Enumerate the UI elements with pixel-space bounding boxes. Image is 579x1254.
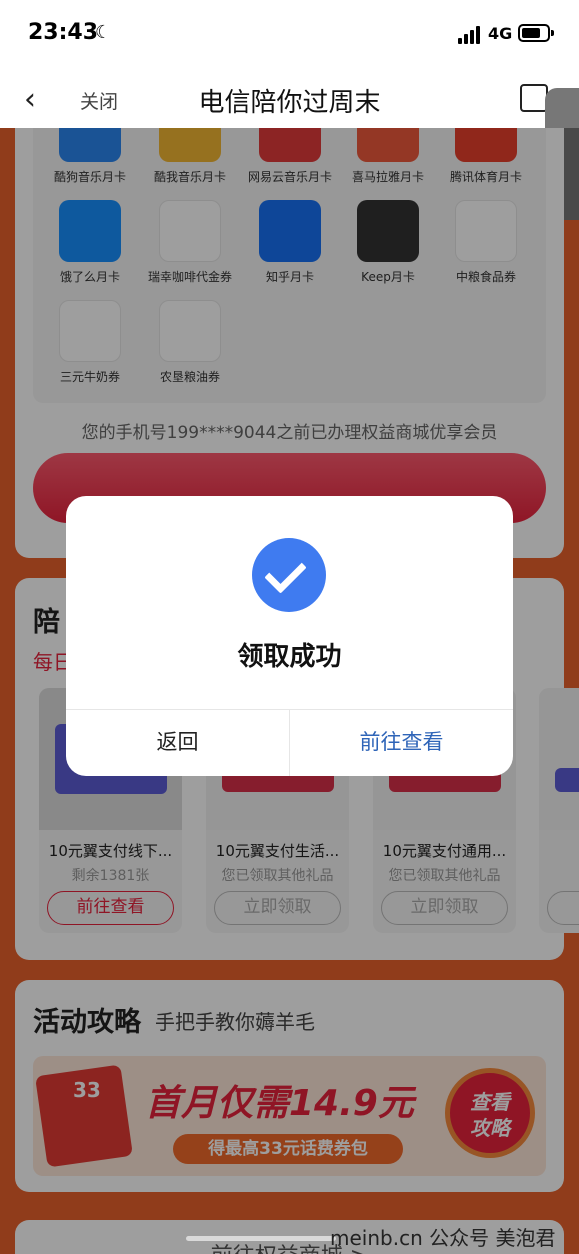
dialog-message: 领取成功 [237, 642, 342, 672]
page-title: 电信陪你过周末 [198, 88, 381, 118]
check-circle-icon [252, 538, 326, 612]
status-bar: 23:43 ☾ 4G [0, 0, 579, 70]
watermark: meinb.cn 公众号 美泡君 [330, 1226, 556, 1250]
navigation-bar: ‹ 关闭 电信陪你过周末 [0, 70, 579, 128]
network-type: 4G [488, 24, 513, 43]
share-icon[interactable] [520, 84, 548, 112]
status-time: 23:43 [28, 20, 99, 45]
back-button[interactable]: 返回 [66, 709, 289, 776]
view-button[interactable]: 前往查看 [290, 709, 513, 776]
home-indicator[interactable] [186, 1236, 336, 1241]
signal-icon [458, 26, 482, 44]
battery-icon [518, 24, 554, 42]
moon-icon: ☾ [95, 22, 112, 43]
success-dialog: 领取成功 返回 前往查看 [66, 496, 513, 776]
